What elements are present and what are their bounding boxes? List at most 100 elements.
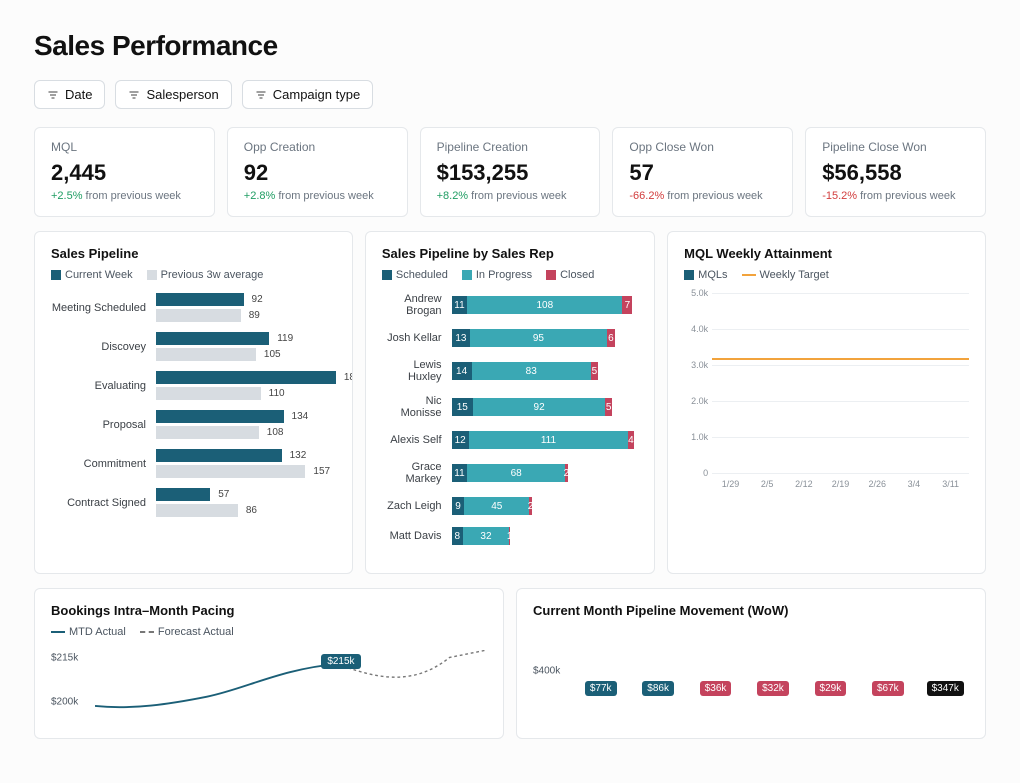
legend-item: Scheduled	[382, 269, 448, 281]
stacked-segment: 95	[470, 329, 606, 347]
rep-name-label: Grace Markey	[382, 461, 452, 485]
kpi-value: 57	[629, 160, 776, 186]
chart-sales-pipeline: Sales Pipeline Current WeekPrevious 3w a…	[34, 231, 353, 574]
rep-name-label: Lewis Huxley	[382, 359, 452, 383]
bar-segment: 119	[156, 332, 336, 345]
filter-chip-date[interactable]: Date	[34, 80, 105, 109]
wow-value-label: $29k	[815, 681, 847, 696]
chart-title: Bookings Intra–Month Pacing	[51, 603, 487, 618]
y-tick-label: 0	[684, 468, 708, 478]
wow-value-label: $67k	[872, 681, 904, 696]
stacked-segment: 5	[591, 362, 598, 380]
y-tick-label: 5.0k	[684, 288, 708, 298]
stacked-segment: 4	[628, 431, 634, 449]
wow-value-label: $77k	[585, 681, 617, 696]
filter-icon	[128, 89, 140, 101]
kpi-label: Pipeline Close Won	[822, 140, 969, 154]
stacked-segment: 2	[529, 497, 532, 515]
chart-mql-weekly: MQL Weekly Attainment MQLsWeekly Target …	[667, 231, 986, 574]
kpi-value: 2,445	[51, 160, 198, 186]
bar-value-label: 105	[260, 348, 281, 361]
stacked-segment: 12	[452, 431, 469, 449]
rep-row: Andrew Brogan111087	[382, 293, 638, 317]
legend-item: Forecast Actual	[140, 626, 234, 638]
stacked-segment: 8	[452, 527, 463, 545]
bar-segment: 132	[156, 449, 336, 462]
page-title: Sales Performance	[34, 30, 986, 62]
bar-value-label: 3.8k	[753, 458, 778, 469]
stacked-segment: 2	[565, 464, 568, 482]
bar-segment: 134	[156, 410, 336, 423]
y-tick: $215k	[51, 653, 78, 664]
legend-item: Weekly Target	[742, 269, 829, 281]
rep-row: Grace Markey11682	[382, 461, 638, 485]
mql-chart-area: 01.0k2.0k3.0k4.0k5.0k3.9k3.8k4.1k3.9k3.7…	[684, 293, 969, 493]
bookings-plot: $215k $200k $215k	[51, 650, 487, 722]
kpi-label: Opp Creation	[244, 140, 391, 154]
grid-line	[712, 473, 969, 474]
bar-row: Discovey 119 105	[51, 332, 336, 361]
bookings-callout: $215k	[321, 654, 360, 669]
wow-value-label: $347k	[927, 681, 964, 696]
bar-value-label: 3.7k	[866, 458, 891, 469]
rep-name-label: Nic Monisse	[382, 395, 452, 419]
bar-value-label: 89	[245, 309, 260, 322]
filter-icon	[255, 89, 267, 101]
sales-pipeline-body: Meeting Scheduled9289Discovey119105Evalu…	[51, 293, 336, 517]
bar-value-label: 110	[265, 387, 285, 400]
rep-row: Josh Kellar13956	[382, 329, 638, 347]
bar-category-label: Discovey	[51, 341, 156, 353]
rep-row: Alexis Self121114	[382, 431, 638, 449]
kpi-label: Opp Close Won	[629, 140, 776, 154]
bar-segment: 86	[156, 504, 336, 517]
bar-value-label: 57	[214, 488, 229, 501]
bar-value-label: 86	[242, 504, 257, 517]
wow-value-label: $36k	[700, 681, 732, 696]
stacked-segment: 45	[464, 497, 529, 515]
bar-segment: 105	[156, 348, 336, 361]
wow-value-label: $86k	[642, 681, 674, 696]
stacked-segment: 83	[472, 362, 591, 380]
filter-label: Date	[65, 87, 92, 102]
legend-item: MTD Actual	[51, 626, 126, 638]
rep-row: Lewis Huxley14835	[382, 359, 638, 383]
x-tick-label: 2/19	[822, 475, 859, 493]
x-tick-label: 1/29	[712, 475, 749, 493]
filter-chip-campaign-type[interactable]: Campaign type	[242, 80, 373, 109]
kpi-value: $153,255	[437, 160, 584, 186]
kpi-card-opp-creation: Opp Creation92+2.8% from previous week	[227, 127, 408, 217]
kpi-delta: -66.2% from previous week	[629, 190, 776, 202]
kpi-label: MQL	[51, 140, 198, 154]
stacked-segment: 68	[467, 464, 565, 482]
kpi-card-mql: MQL2,445+2.5% from previous week	[34, 127, 215, 217]
y-tick-label: 3.0k	[684, 360, 708, 370]
stacked-segment: 15	[452, 398, 474, 416]
bar-value-label: 134	[288, 410, 309, 423]
bar-value-label: 189	[340, 371, 353, 384]
filter-chip-salesperson[interactable]: Salesperson	[115, 80, 231, 109]
y-tick: $400k	[533, 666, 560, 677]
filters-row: Date Salesperson Campaign type	[34, 80, 986, 109]
x-tick-label: 2/5	[749, 475, 786, 493]
bar-category-label: Evaluating	[51, 380, 156, 392]
bar-category-label: Proposal	[51, 419, 156, 431]
bar-segment: 189	[156, 371, 336, 384]
stacked-segment: 14	[452, 362, 472, 380]
kpi-label: Pipeline Creation	[437, 140, 584, 154]
chart-legend: Current WeekPrevious 3w average	[51, 269, 336, 281]
bar-value-label: 119	[273, 332, 293, 345]
kpi-value: 92	[244, 160, 391, 186]
legend-item: In Progress	[462, 269, 532, 281]
y-tick-label: 1.0k	[684, 432, 708, 442]
kpi-delta: -15.2% from previous week	[822, 190, 969, 202]
bar-row: Commitment132157	[51, 449, 336, 478]
y-tick-label: 2.0k	[684, 396, 708, 406]
chart-title: Sales Pipeline	[51, 246, 336, 261]
chart-legend: MTD Actual Forecast Actual	[51, 626, 487, 638]
rep-name-label: Zach Leigh	[382, 500, 452, 512]
kpi-value: $56,558	[822, 160, 969, 186]
chart-title: Sales Pipeline by Sales Rep	[382, 246, 638, 261]
stacked-segment: 11	[452, 296, 468, 314]
bar-segment: 89	[156, 309, 336, 322]
filter-label: Campaign type	[273, 87, 360, 102]
